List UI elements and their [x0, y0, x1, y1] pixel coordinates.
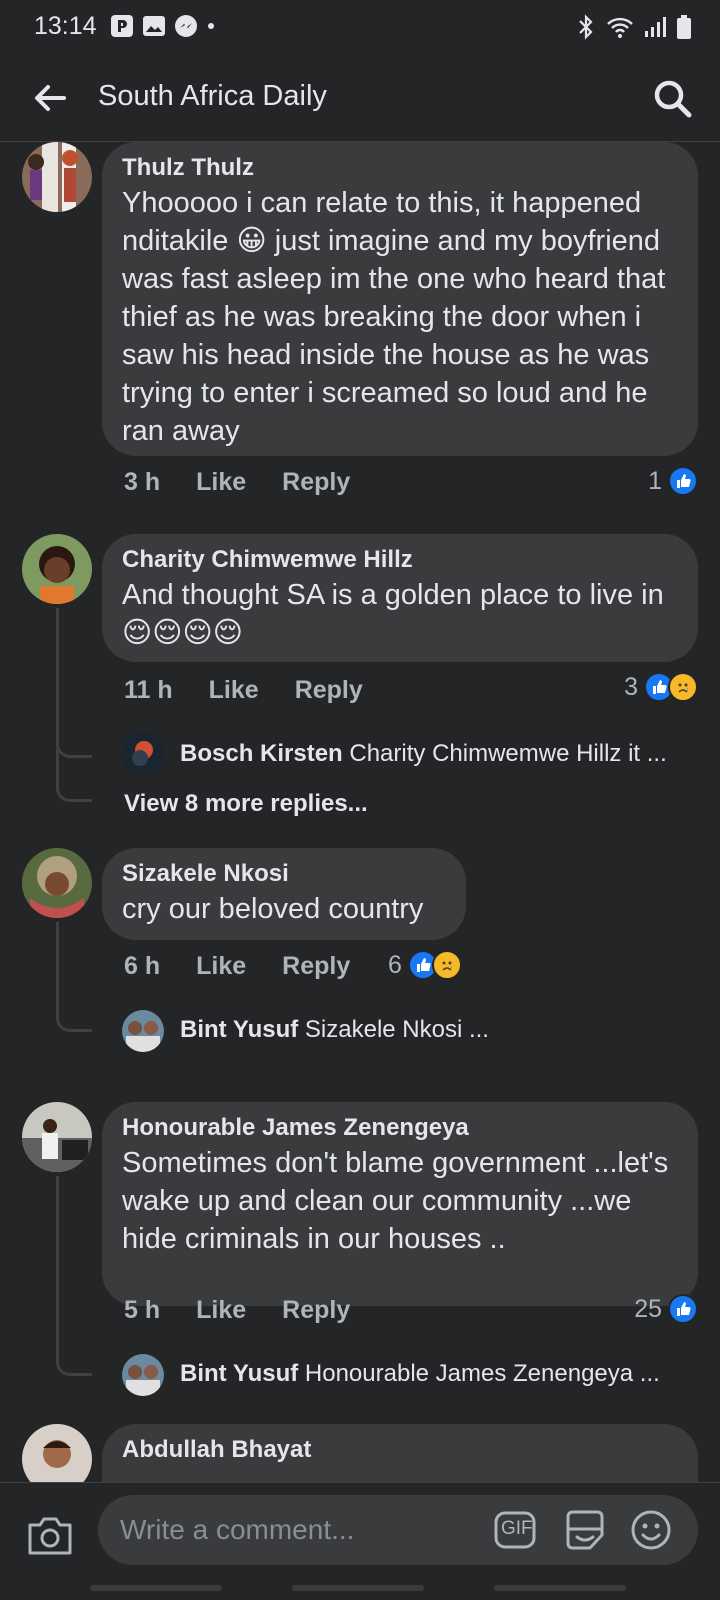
reply-button[interactable]: Reply: [282, 952, 350, 981]
comment-placeholder: Write a comment...: [120, 1514, 355, 1545]
search-icon[interactable]: [650, 76, 694, 120]
page-title: South Africa Daily: [98, 80, 327, 112]
comment-time[interactable]: 11 h: [124, 676, 173, 705]
avatar[interactable]: [22, 534, 92, 604]
comment-author[interactable]: Sizakele Nkosi: [122, 858, 446, 890]
comment-text: And thought SA is a golden place to live…: [122, 579, 664, 649]
reply-button[interactable]: Reply: [295, 676, 363, 705]
comment-author[interactable]: Abdullah Bhayat: [122, 1434, 678, 1466]
like-button[interactable]: Like: [209, 676, 259, 705]
comment-bubble[interactable]: Sizakele Nkosi cry our beloved country: [102, 848, 466, 940]
reaction-summary[interactable]: 6: [388, 950, 462, 980]
thread-connector: [56, 1008, 92, 1032]
sad-reaction-icon: [431, 950, 462, 980]
gallery-icon: [143, 16, 165, 36]
reply-preview[interactable]: Bint Yusuf Honourable James Zenengeya ..…: [124, 1360, 660, 1388]
thread-line: [56, 922, 59, 1012]
dot-icon: [208, 23, 214, 29]
status-time: 13:14: [34, 12, 97, 40]
comment-bubble[interactable]: Honourable James Zenengeya Sometimes don…: [102, 1102, 698, 1306]
like-reaction-icon: [668, 1294, 698, 1324]
avatar[interactable]: [22, 142, 92, 212]
nav-recents-button[interactable]: [90, 1585, 222, 1591]
comment-time[interactable]: 5 h: [124, 1296, 160, 1325]
emoji-icon[interactable]: [630, 1509, 672, 1551]
messenger-icon: [175, 15, 197, 37]
signal-icon: [645, 17, 666, 37]
sticker-icon[interactable]: [564, 1509, 606, 1551]
reply-preview[interactable]: Bosch Kirsten Charity Chimwemwe Hillz it…: [124, 740, 667, 768]
like-button[interactable]: Like: [196, 1296, 246, 1325]
back-arrow-icon[interactable]: [30, 78, 70, 118]
nav-home-button[interactable]: [292, 1585, 424, 1591]
comment-text-part: just imagine and my boyfriend was fast a…: [122, 225, 666, 447]
thread-line: [56, 1176, 59, 1356]
reaction-count: 1: [648, 466, 662, 495]
grinning-emoji-icon: 😀: [236, 225, 267, 257]
system-icons: [576, 14, 692, 40]
comment-author[interactable]: Charity Chimwemwe Hillz: [122, 544, 678, 576]
reply-author[interactable]: Bint Yusuf: [180, 1360, 298, 1387]
comment-text: Yhooooo i can relate to this, it happene…: [122, 184, 678, 450]
comment-composer: Write a comment... GIF: [0, 1482, 720, 1600]
sad-reaction-icon: [668, 672, 698, 702]
reaction-count: 6: [388, 950, 402, 979]
reaction-count: 25: [634, 1294, 662, 1323]
bluetooth-icon: [579, 14, 593, 40]
gif-label: GIF: [501, 1518, 533, 1539]
comment-actions: 5 h Like Reply: [124, 1296, 350, 1325]
avatar[interactable]: [22, 848, 92, 918]
thread-connector: [56, 1352, 92, 1376]
like-reaction-icon: [668, 466, 698, 496]
comment-author[interactable]: Thulz Thulz: [122, 152, 678, 184]
reaction-count: 3: [624, 672, 638, 701]
comment-actions: 11 h Like Reply: [124, 676, 363, 705]
gif-icon[interactable]: GIF: [494, 1511, 536, 1549]
reaction-summary[interactable]: 25: [634, 1294, 698, 1324]
like-button[interactable]: Like: [196, 952, 246, 981]
reply-author[interactable]: Bint Yusuf: [180, 1016, 298, 1043]
status-bar: 13:14: [0, 0, 720, 56]
comment-actions: 3 h Like Reply: [124, 468, 350, 497]
comment-text: Sometimes don't blame government ...let'…: [122, 1147, 669, 1255]
comment-time[interactable]: 6 h: [124, 952, 160, 981]
comment-author[interactable]: Honourable James Zenengeya: [122, 1112, 678, 1144]
app-bar: South Africa Daily: [0, 56, 720, 142]
comment-bubble[interactable]: Charity Chimwemwe Hillz And thought SA i…: [102, 534, 698, 662]
thread-line: [56, 608, 59, 780]
wifi-icon: [607, 17, 633, 38]
reply-preview[interactable]: Bint Yusuf Sizakele Nkosi ...: [124, 1016, 489, 1044]
comment-actions: 6 h Like Reply: [124, 952, 350, 981]
reply-text: Honourable James Zenengeya ...: [304, 1360, 660, 1387]
parking-app-icon: [111, 15, 133, 37]
comment-text: cry our beloved country: [122, 893, 424, 925]
reply-author[interactable]: Bosch Kirsten: [180, 740, 343, 767]
thread-connector: [56, 778, 92, 802]
comment-input[interactable]: Write a comment... GIF: [98, 1495, 698, 1565]
comment-bubble[interactable]: Abdullah Bhayat: [102, 1424, 698, 1482]
reply-text: Sizakele Nkosi ...: [304, 1016, 489, 1043]
reply-button[interactable]: Reply: [282, 1296, 350, 1325]
notification-icons: [110, 14, 216, 38]
reply-text: Charity Chimwemwe Hillz it ...: [349, 740, 667, 767]
comment-bubble[interactable]: Thulz Thulz Yhooooo i can relate to this…: [102, 142, 698, 456]
view-more-replies-link[interactable]: View 8 more replies...: [124, 790, 368, 818]
avatar[interactable]: [22, 1102, 92, 1172]
avatar[interactable]: [22, 1424, 92, 1482]
reaction-summary[interactable]: 3: [624, 672, 698, 702]
reply-button[interactable]: Reply: [282, 468, 350, 497]
comments-feed[interactable]: Thulz Thulz Yhooooo i can relate to this…: [0, 142, 720, 1482]
nav-back-button[interactable]: [494, 1585, 626, 1591]
camera-icon[interactable]: [26, 1513, 74, 1557]
battery-icon: [677, 15, 691, 39]
like-button[interactable]: Like: [196, 468, 246, 497]
comment-time[interactable]: 3 h: [124, 468, 160, 497]
reaction-summary[interactable]: 1: [648, 466, 698, 496]
thread-connector: [56, 734, 92, 758]
